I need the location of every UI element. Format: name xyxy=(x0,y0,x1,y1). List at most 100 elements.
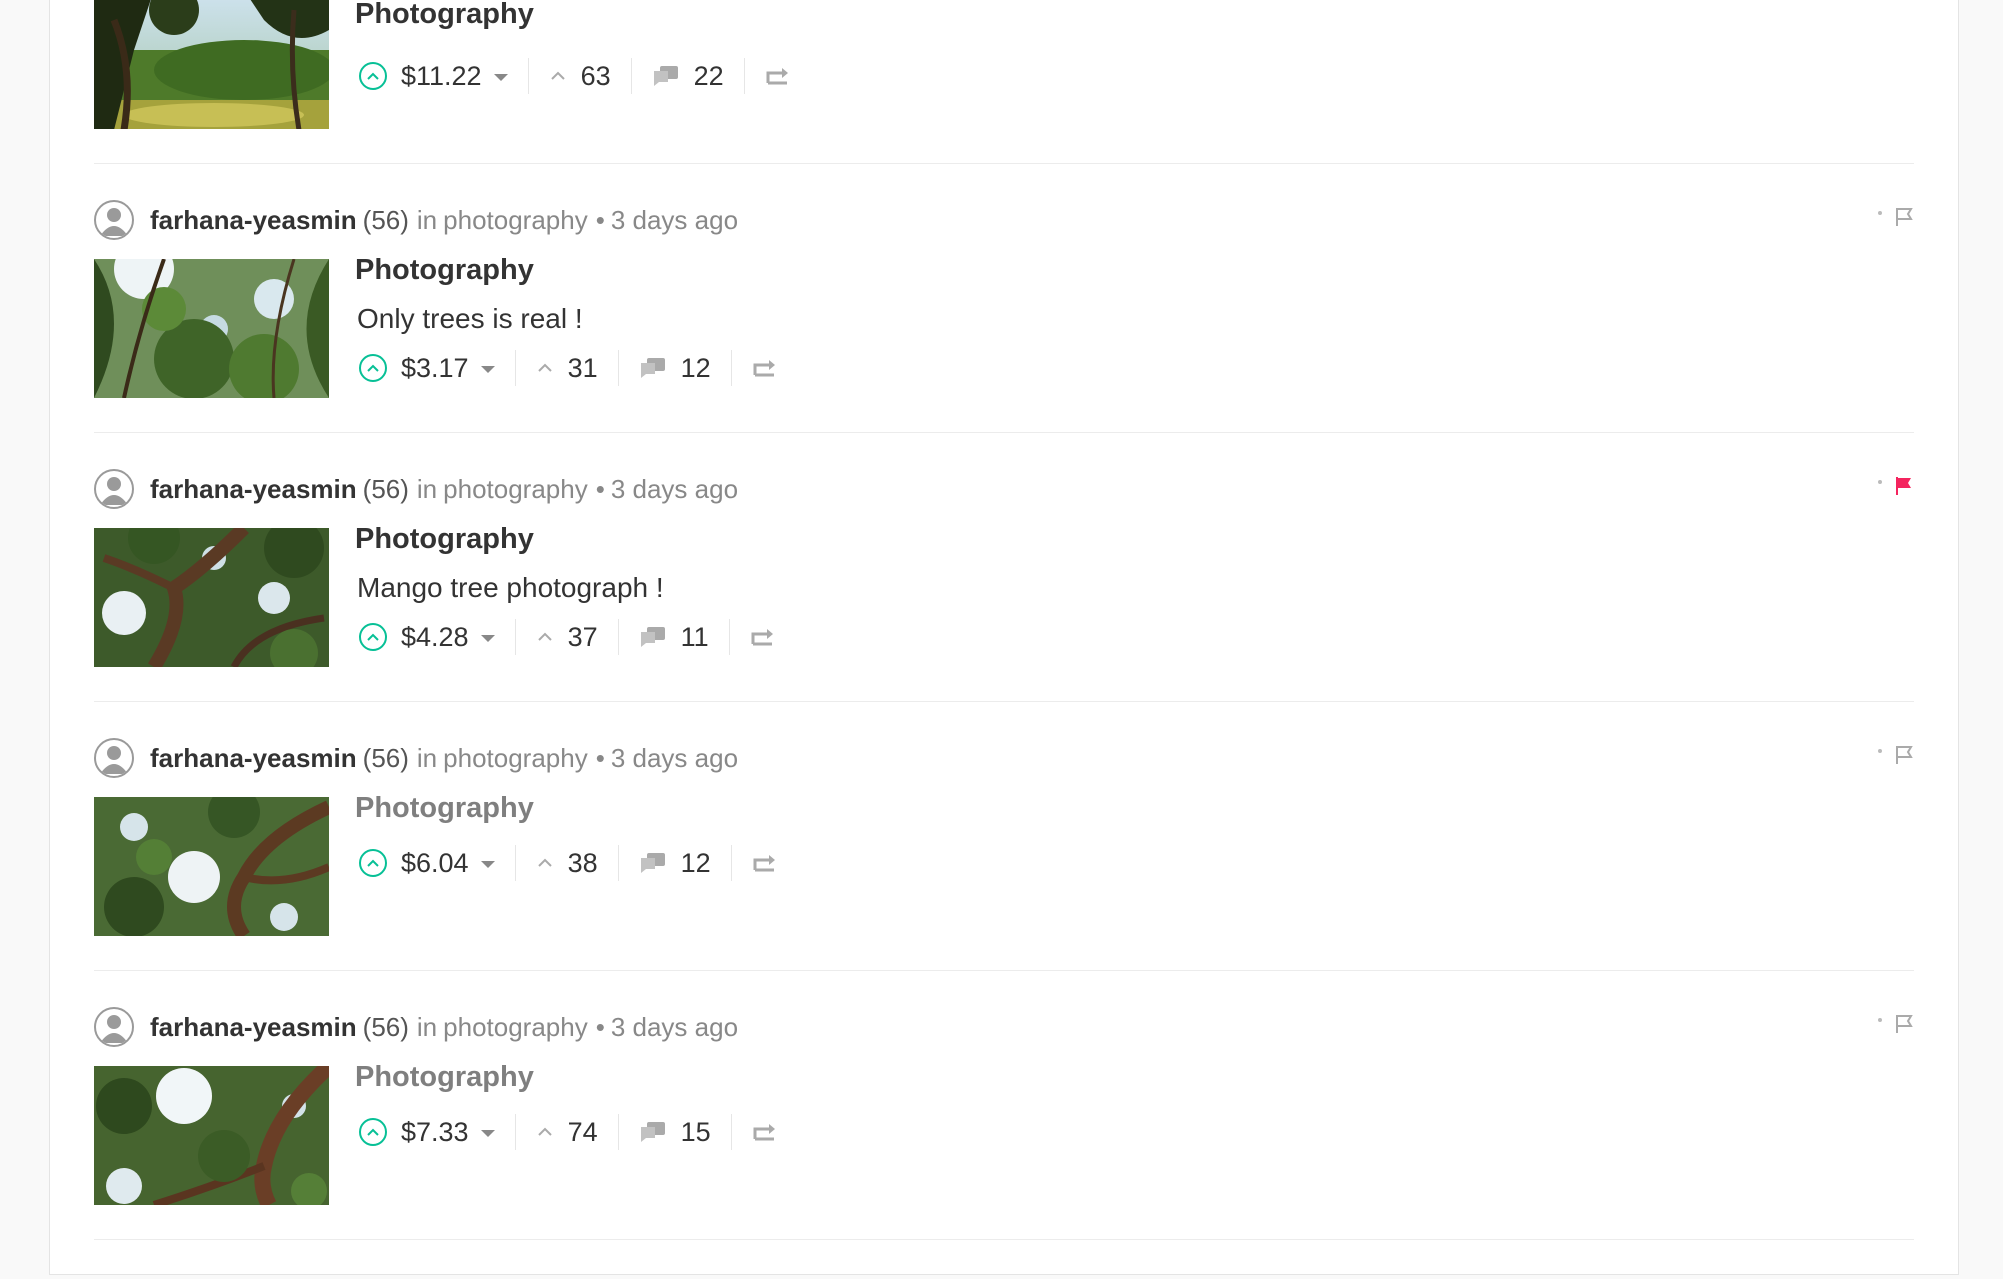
user-avatar-icon[interactable] xyxy=(94,200,134,240)
votes-count[interactable]: 74 xyxy=(536,1117,598,1148)
divider xyxy=(730,1114,732,1150)
post-time[interactable]: 3 days ago xyxy=(611,205,738,236)
payout-dropdown[interactable]: $11.22 xyxy=(359,61,508,92)
votes-value: 38 xyxy=(567,847,598,878)
caret-down-icon[interactable] xyxy=(480,634,495,642)
flag-icon[interactable] xyxy=(1894,206,1914,228)
in-label: in xyxy=(416,742,438,773)
divider xyxy=(514,619,516,655)
chevron-up-icon xyxy=(537,363,552,372)
reputation: (56) xyxy=(362,473,409,504)
caret-down-icon[interactable] xyxy=(480,1129,495,1137)
flag-icon[interactable] xyxy=(1894,475,1914,497)
votes-count[interactable]: 37 xyxy=(536,622,598,653)
post-thumbnail[interactable] xyxy=(94,1066,329,1205)
comments-value: 22 xyxy=(693,60,724,91)
post-title[interactable]: Photography xyxy=(355,1061,534,1094)
post-thumbnail[interactable] xyxy=(94,259,329,398)
header-actions xyxy=(1878,475,1914,497)
category-link[interactable]: photography xyxy=(443,474,588,505)
upvote-circle-icon[interactable] xyxy=(359,62,387,90)
post-footer: $3.17 31 12 xyxy=(359,346,778,390)
post-thumbnail[interactable] xyxy=(94,528,329,667)
post-header: farhana-yeasmin (56) in photography • 3 … xyxy=(94,467,1914,511)
flag-icon[interactable] xyxy=(1894,744,1914,766)
upvote-circle-icon[interactable] xyxy=(359,354,387,382)
caret-down-icon[interactable] xyxy=(493,73,508,81)
divider xyxy=(728,619,730,655)
post-header: farhana-yeasmin (56) in photography • 3 … xyxy=(94,198,1914,242)
author-link[interactable]: farhana-yeasmin xyxy=(150,205,357,236)
post-time[interactable]: 3 days ago xyxy=(611,1012,738,1043)
category-link[interactable]: photography xyxy=(443,205,588,236)
payout-dropdown[interactable]: $4.28 xyxy=(359,622,495,653)
chevron-up-icon xyxy=(537,1127,552,1136)
divider xyxy=(527,58,529,94)
author-link[interactable]: farhana-yeasmin xyxy=(150,1012,357,1043)
payout-dropdown[interactable]: $7.33 xyxy=(359,1117,495,1148)
reblog-icon[interactable] xyxy=(750,626,776,648)
post-header: farhana-yeasmin (56) in photography • 3 … xyxy=(94,736,1914,780)
divider xyxy=(514,845,516,881)
reblog-icon[interactable] xyxy=(765,65,791,87)
post-title[interactable]: Photography xyxy=(355,0,534,31)
reblog-icon[interactable] xyxy=(752,357,778,379)
thumbnail-image xyxy=(94,528,329,667)
user-avatar-icon[interactable] xyxy=(94,738,134,778)
comments-count[interactable]: 15 xyxy=(639,1117,711,1148)
divider xyxy=(617,350,619,386)
payout-dropdown[interactable]: $6.04 xyxy=(359,848,495,879)
post-body[interactable]: Mango tree photograph ! xyxy=(357,572,664,604)
comments-icon xyxy=(640,853,665,873)
comments-count[interactable]: 12 xyxy=(639,848,711,879)
payout-amount: $11.22 xyxy=(401,60,482,91)
divider xyxy=(730,845,732,881)
user-avatar-icon[interactable] xyxy=(94,469,134,509)
separator-dot: • xyxy=(595,204,605,235)
chevron-up-icon xyxy=(537,632,552,641)
comments-value: 11 xyxy=(680,621,709,652)
votes-count[interactable]: 31 xyxy=(536,353,598,384)
post-thumbnail[interactable] xyxy=(94,0,329,129)
category-link[interactable]: photography xyxy=(443,1012,588,1043)
thumbnail-image xyxy=(94,797,329,936)
caret-down-icon[interactable] xyxy=(480,365,495,373)
post-item: farhana-yeasmin (56) in photography • 3 … xyxy=(94,970,1914,1240)
thumbnail-image xyxy=(94,1066,329,1205)
user-avatar-icon[interactable] xyxy=(94,1007,134,1047)
post-time[interactable]: 3 days ago xyxy=(611,743,738,774)
reputation: (56) xyxy=(362,742,409,773)
comments-icon xyxy=(640,627,665,647)
post-title[interactable]: Photography xyxy=(355,792,534,825)
flag-icon[interactable] xyxy=(1894,1013,1914,1035)
upvote-circle-icon[interactable] xyxy=(359,849,387,877)
comments-count[interactable]: 22 xyxy=(652,61,724,92)
header-actions xyxy=(1878,1013,1914,1035)
upvote-circle-icon[interactable] xyxy=(359,1118,387,1146)
post-footer: $7.33 74 15 xyxy=(359,1110,778,1154)
reblog-icon[interactable] xyxy=(752,1121,778,1143)
post-time[interactable]: 3 days ago xyxy=(611,474,738,505)
votes-count[interactable]: 38 xyxy=(536,848,598,879)
divider xyxy=(617,845,619,881)
post-item: Photography $11.22 63 22 xyxy=(94,0,1914,164)
post-item: farhana-yeasmin (56) in photography • 3 … xyxy=(94,432,1914,702)
reblog-icon[interactable] xyxy=(752,852,778,874)
comments-icon xyxy=(653,66,678,86)
post-title[interactable]: Photography xyxy=(355,523,534,556)
comments-count[interactable]: 11 xyxy=(639,622,709,653)
caret-down-icon[interactable] xyxy=(480,860,495,868)
post-footer: $4.28 37 11 xyxy=(359,615,776,659)
votes-count[interactable]: 63 xyxy=(549,61,611,92)
comments-count[interactable]: 12 xyxy=(639,353,711,384)
payout-dropdown[interactable]: $3.17 xyxy=(359,353,495,384)
author-link[interactable]: farhana-yeasmin xyxy=(150,474,357,505)
post-title[interactable]: Photography xyxy=(355,254,534,287)
author-link[interactable]: farhana-yeasmin xyxy=(150,743,357,774)
divider xyxy=(617,619,619,655)
upvote-circle-icon[interactable] xyxy=(359,623,387,651)
category-link[interactable]: photography xyxy=(443,743,588,774)
post-body[interactable]: Only trees is real ! xyxy=(357,303,583,335)
votes-value: 74 xyxy=(567,1116,598,1147)
post-thumbnail[interactable] xyxy=(94,797,329,936)
